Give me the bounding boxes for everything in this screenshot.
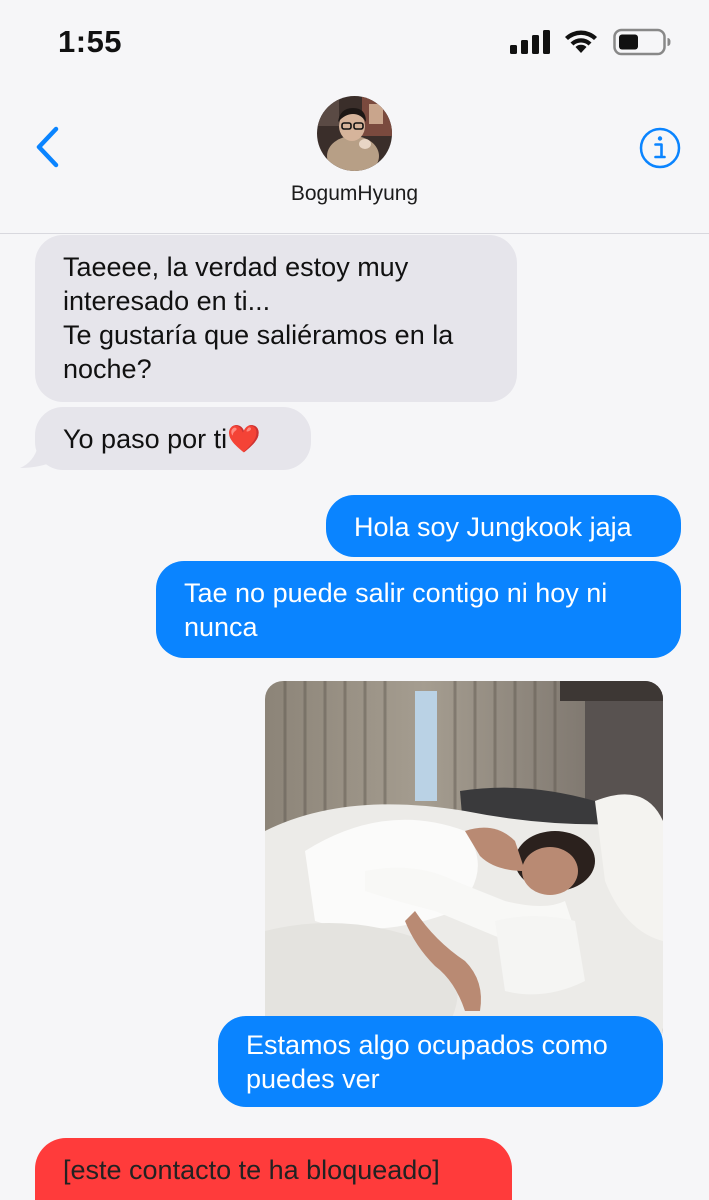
message-line: interesado en ti...: [63, 286, 271, 316]
photo-image: [265, 681, 663, 1046]
status-time: 1:55: [58, 24, 123, 59]
outgoing-message[interactable]: Hola soy Jungkook jaja: [326, 495, 681, 557]
blocked-notice: [este contacto te ha bloqueado]: [35, 1138, 512, 1200]
incoming-message[interactable]: Yo paso por ti❤️: [35, 407, 311, 470]
blocked-text: [este contacto te ha bloqueado]: [63, 1155, 440, 1185]
message-line: noche?: [63, 354, 152, 384]
message-text: Yo paso por ti❤️: [63, 424, 261, 454]
avatar-photo: [317, 96, 392, 171]
contact-name[interactable]: BogumHyung: [0, 182, 709, 206]
message-line: Tae no puede salir contigo ni hoy ni: [184, 578, 608, 608]
cellular-signal-icon: [510, 30, 550, 54]
incoming-message[interactable]: Taeeee, la verdad estoy muy interesado e…: [35, 235, 517, 402]
info-icon[interactable]: [638, 126, 682, 170]
back-chevron-icon[interactable]: [30, 124, 66, 170]
contact-avatar[interactable]: [317, 96, 392, 171]
status-bar: 1:55: [0, 0, 709, 86]
wifi-icon: [565, 30, 597, 53]
photo-message[interactable]: [265, 681, 663, 1046]
message-text: Hola soy Jungkook jaja: [354, 512, 632, 542]
message-line: Estamos algo ocupados como: [246, 1030, 608, 1060]
outgoing-message[interactable]: Estamos algo ocupados como puedes ver: [218, 1016, 663, 1107]
message-line: puedes ver: [246, 1064, 380, 1094]
message-line: Taeeee, la verdad estoy muy: [63, 252, 409, 282]
outgoing-message[interactable]: Tae no puede salir contigo ni hoy ni nun…: [156, 561, 681, 658]
message-line: nunca: [184, 612, 258, 642]
message-line: Te gustaría que saliéramos en la: [63, 320, 454, 350]
conversation-header: BogumHyung: [0, 86, 709, 234]
battery-icon: [613, 28, 671, 56]
